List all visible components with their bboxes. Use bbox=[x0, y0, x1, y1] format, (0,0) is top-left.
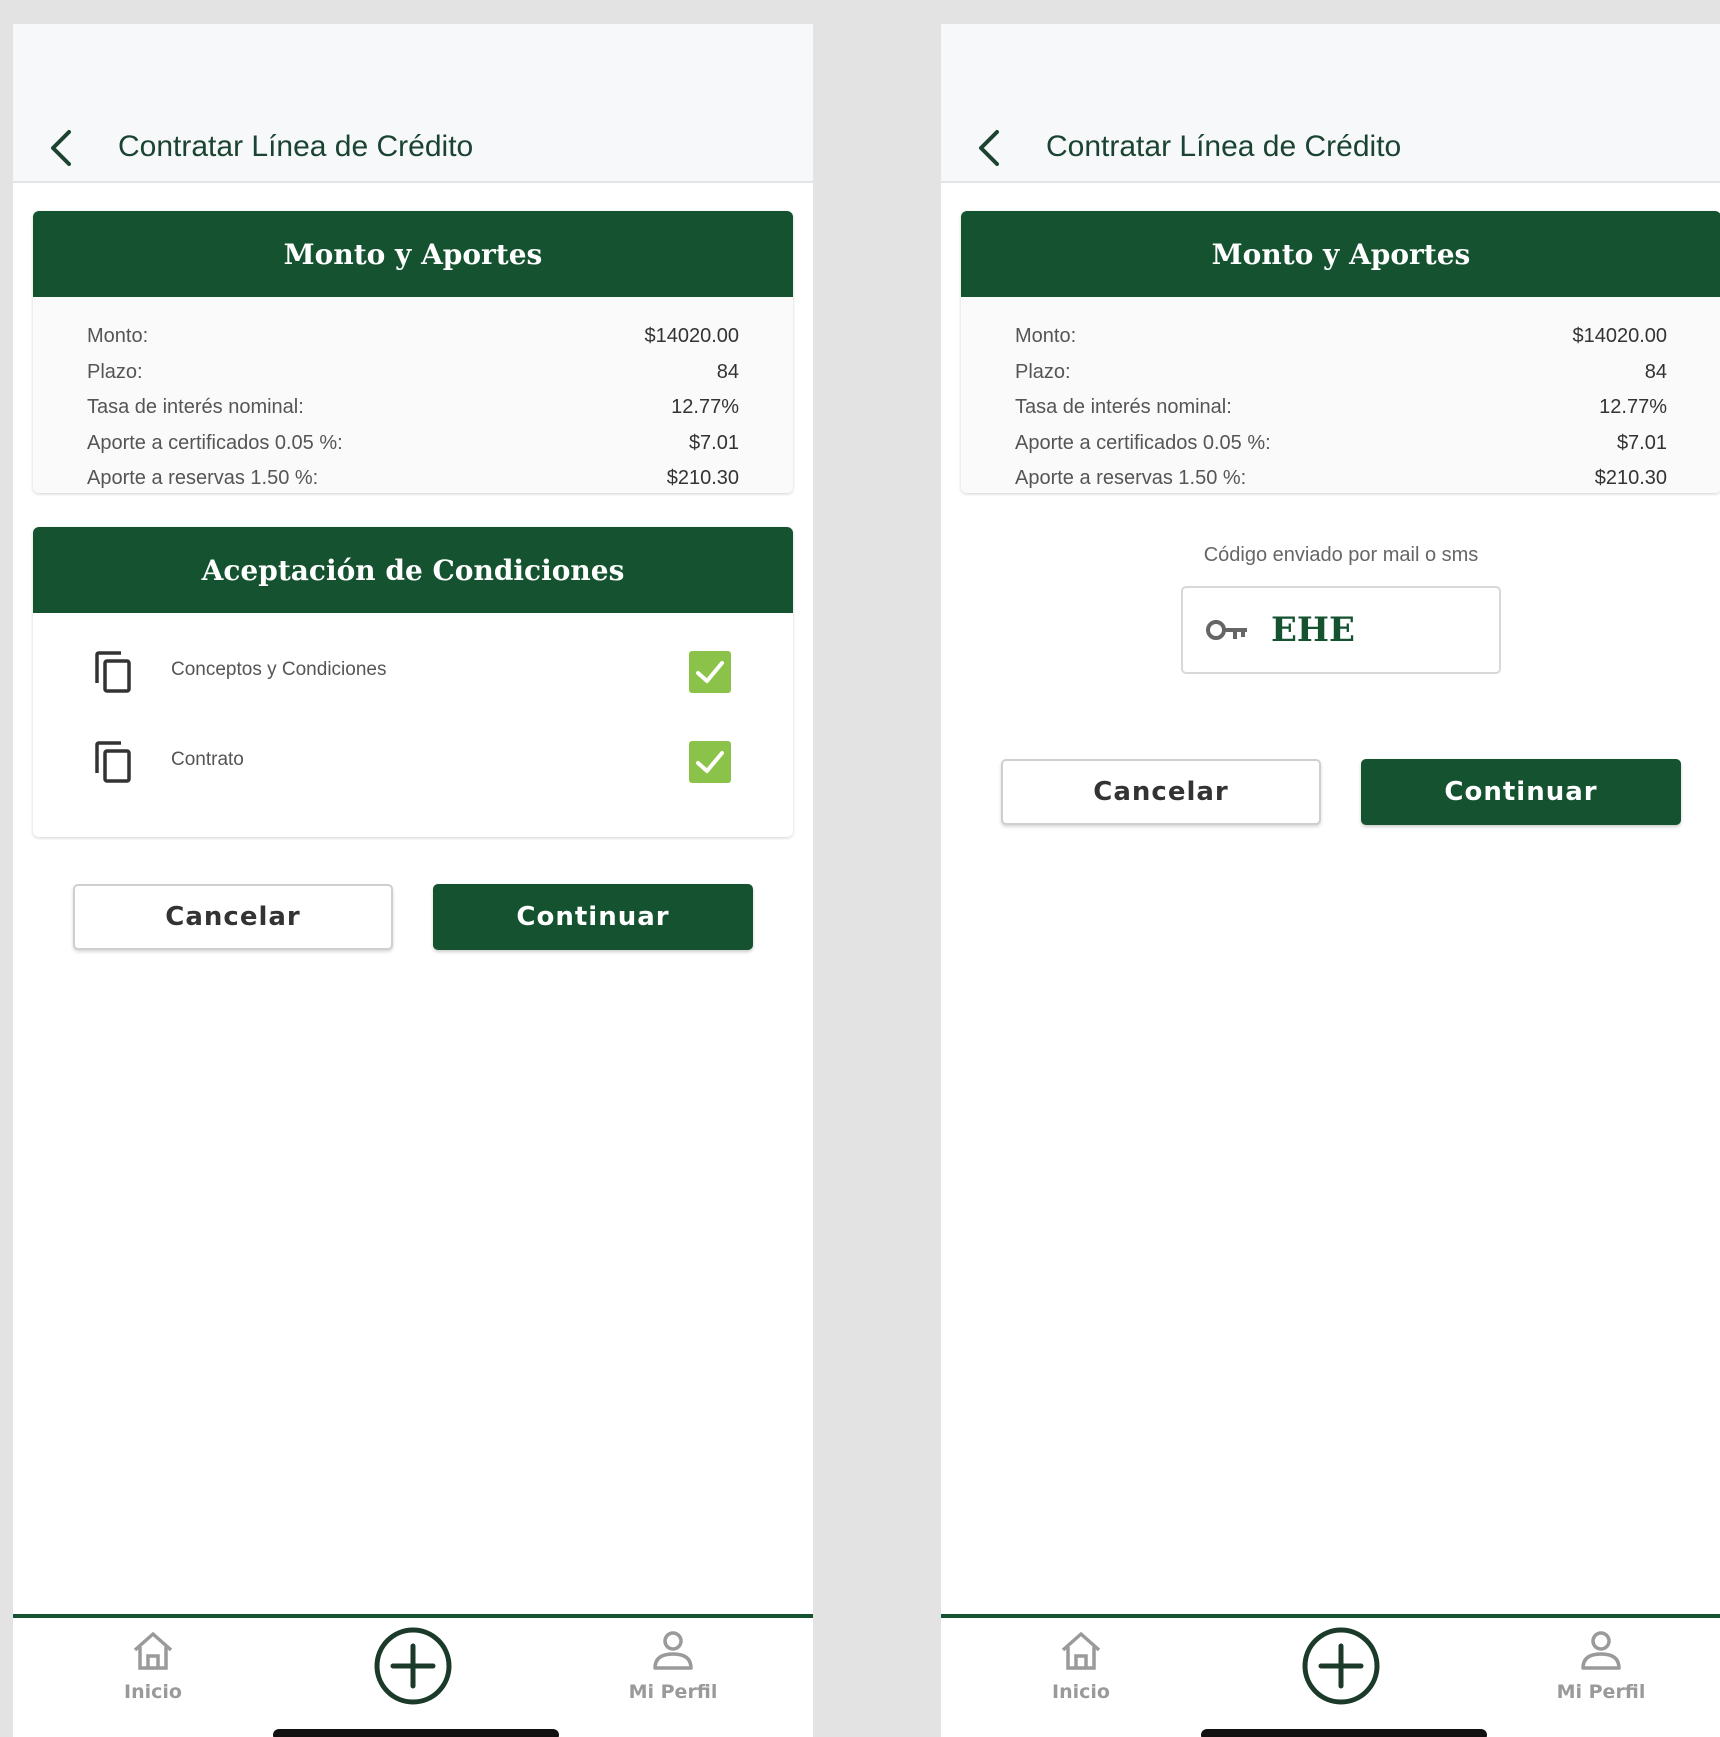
nav-profile[interactable]: Mi Perfil bbox=[623, 1630, 723, 1703]
row-value: $210.30 bbox=[666, 467, 739, 490]
row-label: Monto: bbox=[87, 325, 149, 348]
conditions-card: Aceptación de Condiciones Conceptos y Co… bbox=[33, 527, 793, 837]
phone-screen-code: Contratar Línea de Crédito Monto y Aport… bbox=[941, 24, 1720, 1737]
summary-row: Aporte a reservas 1.50 %: $210.30 bbox=[1015, 461, 1667, 493]
condition-item: Contrato bbox=[33, 727, 793, 787]
row-value: $7.01 bbox=[688, 431, 739, 454]
row-label: Tasa de interés nominal: bbox=[1015, 396, 1232, 419]
summary-row: Aporte a certificados 0.05 %: $7.01 bbox=[87, 426, 739, 462]
plus-circle-icon[interactable] bbox=[373, 1626, 453, 1706]
row-label: Aporte a reservas 1.50 %: bbox=[1015, 467, 1247, 490]
cancel-button[interactable]: Cancelar bbox=[1001, 759, 1321, 825]
row-label: Aporte a certificados 0.05 %: bbox=[1015, 431, 1271, 454]
nav-profile-label: Mi Perfil bbox=[1556, 1681, 1646, 1703]
summary-row: Plazo: 84 bbox=[87, 355, 739, 391]
summary-card-title: Monto y Aportes bbox=[33, 211, 793, 297]
code-value: EHE bbox=[1271, 610, 1355, 650]
plus-circle-icon[interactable] bbox=[1301, 1626, 1381, 1706]
app-header: Contratar Línea de Crédito bbox=[941, 24, 1720, 183]
key-icon bbox=[1205, 616, 1249, 649]
copy-document-icon[interactable] bbox=[93, 649, 133, 695]
home-indicator bbox=[1201, 1729, 1487, 1737]
checkbox-checked-icon[interactable] bbox=[689, 651, 731, 693]
page-title: Contratar Línea de Crédito bbox=[1046, 130, 1402, 163]
conditions-list: Conceptos y Condiciones Contrato bbox=[33, 613, 793, 837]
continue-button[interactable]: Continuar bbox=[1361, 759, 1681, 825]
row-label: Monto: bbox=[1015, 325, 1077, 348]
nav-profile[interactable]: Mi Perfil bbox=[1551, 1630, 1651, 1703]
row-value: 12.77% bbox=[1599, 396, 1667, 419]
summary-rows: Monto: $14020.00 Plazo: 84 Tasa de interés… bbox=[33, 297, 793, 493]
page-title: Contratar Línea de Crédito bbox=[118, 130, 474, 163]
user-icon bbox=[653, 1631, 693, 1670]
summary-row: Monto: $14020.00 bbox=[1015, 319, 1667, 355]
bottom-nav: Inicio Mi Perfil bbox=[941, 1614, 1720, 1737]
code-input[interactable]: EHE bbox=[1181, 586, 1501, 674]
row-value: $14020.00 bbox=[1572, 325, 1667, 348]
nav-home-label: Inicio bbox=[124, 1681, 182, 1703]
nav-home[interactable]: Inicio bbox=[113, 1630, 193, 1703]
cancel-button[interactable]: Cancelar bbox=[73, 884, 393, 950]
home-icon bbox=[1061, 1632, 1101, 1670]
bottom-nav: Inicio Mi Perfil bbox=[13, 1614, 813, 1737]
summary-row: Tasa de interés nominal: 12.77% bbox=[87, 390, 739, 426]
condition-label[interactable]: Conceptos y Condiciones bbox=[171, 659, 386, 681]
summary-row: Tasa de interés nominal: 12.77% bbox=[1015, 390, 1667, 426]
phone-screen-conditions: Contratar Línea de Crédito Monto y Aport… bbox=[13, 24, 813, 1737]
row-label: Aporte a reservas 1.50 %: bbox=[87, 467, 319, 490]
back-arrow-icon[interactable] bbox=[967, 124, 1013, 172]
conditions-card-title: Aceptación de Condiciones bbox=[33, 527, 793, 613]
summary-rows: Monto: $14020.00 Plazo: 84 Tasa de interés… bbox=[961, 297, 1720, 493]
home-indicator bbox=[273, 1729, 559, 1737]
row-value: 12.77% bbox=[671, 396, 739, 419]
nav-home[interactable]: Inicio bbox=[1041, 1630, 1121, 1703]
app-header: Contratar Línea de Crédito bbox=[13, 24, 813, 183]
summary-card: Monto y Aportes Monto: $14020.00 Plazo: 84… bbox=[33, 211, 793, 493]
row-value: 84 bbox=[716, 360, 739, 383]
summary-row: Plazo: 84 bbox=[1015, 355, 1667, 391]
copy-document-icon[interactable] bbox=[93, 739, 133, 785]
summary-row: Aporte a certificados 0.05 %: $7.01 bbox=[1015, 426, 1667, 462]
nav-profile-label: Mi Perfil bbox=[628, 1681, 718, 1703]
summary-row: Monto: $14020.00 bbox=[87, 319, 739, 355]
summary-card: Monto y Aportes Monto: $14020.00 Plazo: 84… bbox=[961, 211, 1720, 493]
condition-item: Conceptos y Condiciones bbox=[33, 637, 793, 697]
row-value: $7.01 bbox=[1616, 431, 1667, 454]
condition-label[interactable]: Contrato bbox=[171, 749, 244, 771]
continue-button[interactable]: Continuar bbox=[433, 884, 753, 950]
summary-card-title: Monto y Aportes bbox=[961, 211, 1720, 297]
nav-home-label: Inicio bbox=[1052, 1681, 1110, 1703]
row-label: Aporte a certificados 0.05 %: bbox=[87, 431, 343, 454]
code-label: Código enviado por mail o sms bbox=[1203, 544, 1479, 566]
row-value: $210.30 bbox=[1594, 467, 1667, 490]
back-arrow-icon[interactable] bbox=[39, 124, 85, 172]
home-icon bbox=[133, 1632, 173, 1670]
row-label: Plazo: bbox=[87, 360, 143, 383]
row-value: $14020.00 bbox=[644, 325, 739, 348]
user-icon bbox=[1581, 1631, 1621, 1670]
row-label: Plazo: bbox=[1015, 360, 1071, 383]
row-value: 84 bbox=[1644, 360, 1667, 383]
row-label: Tasa de interés nominal: bbox=[87, 396, 304, 419]
checkbox-checked-icon[interactable] bbox=[689, 741, 731, 783]
summary-row: Aporte a reservas 1.50 %: $210.30 bbox=[87, 461, 739, 493]
